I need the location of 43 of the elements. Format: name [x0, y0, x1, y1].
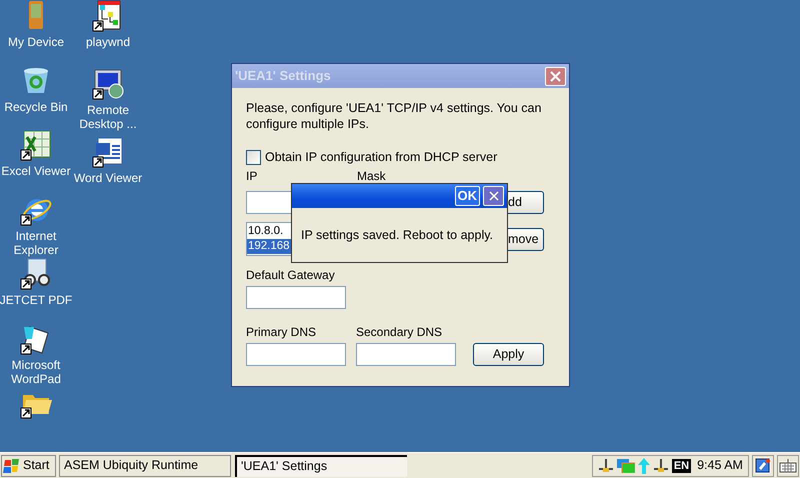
close-button[interactable]	[483, 186, 504, 206]
apply-button[interactable]: Apply	[473, 342, 544, 366]
start-button[interactable]: Start	[1, 454, 56, 476]
remote-icon[interactable]	[92, 68, 124, 100]
word-icon[interactable]	[92, 136, 124, 168]
close-button[interactable]	[545, 66, 566, 86]
dhcp-checkbox[interactable]	[246, 150, 261, 165]
excel-icon[interactable]	[20, 129, 52, 162]
monitor-icon	[616, 458, 635, 472]
language-indicator[interactable]: EN	[672, 458, 692, 472]
network-icon	[598, 458, 614, 472]
keyboard-icon[interactable]	[777, 454, 799, 476]
remove-button[interactable]: move	[508, 228, 544, 251]
mask-label: Mask	[357, 170, 386, 183]
secondary-dns-label: Secondary DNS	[356, 324, 442, 339]
window-title: 'UEA1' Settings	[235, 67, 331, 86]
close-icon	[550, 70, 561, 82]
taskbar-button[interactable]: ASEM Ubiquity Runtime	[59, 454, 231, 476]
pdf-icon[interactable]	[20, 258, 52, 290]
list-item[interactable]: 192.168	[247, 238, 291, 254]
arrow-up-icon	[638, 458, 650, 474]
desktop-icon-label[interactable]: Microsoft WordPad	[0, 358, 74, 386]
ip-field[interactable]	[246, 190, 291, 214]
secondary-dns-field[interactable]	[356, 342, 456, 366]
description-text: Please, configure 'UEA1' TCP/IP v4 settings. You can configure multiple IPs.	[246, 100, 542, 132]
desktop-icon-label[interactable]: JETCET PDF	[0, 293, 74, 308]
gateway-field[interactable]	[246, 286, 346, 309]
ip-label: IP	[246, 170, 258, 183]
primary-dns-field[interactable]	[246, 342, 346, 366]
gateway-label: Default Gateway	[246, 268, 336, 282]
flag-icon	[3, 458, 21, 474]
network-icon	[652, 458, 669, 472]
dhcp-label: Obtain IP configuration from DHCP server	[265, 149, 498, 166]
ok-button[interactable]: OK	[454, 186, 480, 206]
message-text: IP settings saved. Reboot to apply.	[300, 227, 494, 244]
add-button[interactable]: dd	[508, 190, 544, 214]
primary-dns-label: Primary DNS	[246, 324, 318, 339]
desktop-icon[interactable]	[752, 454, 774, 476]
list-item[interactable]: 10.8.0.	[247, 224, 291, 239]
desktop-icon-label[interactable]: Internet Explorer	[0, 228, 74, 257]
close-icon	[488, 191, 498, 201]
taskbar-button[interactable]: 'UEA1' Settings	[235, 454, 407, 476]
clock: 9:45 AM	[697, 457, 743, 474]
